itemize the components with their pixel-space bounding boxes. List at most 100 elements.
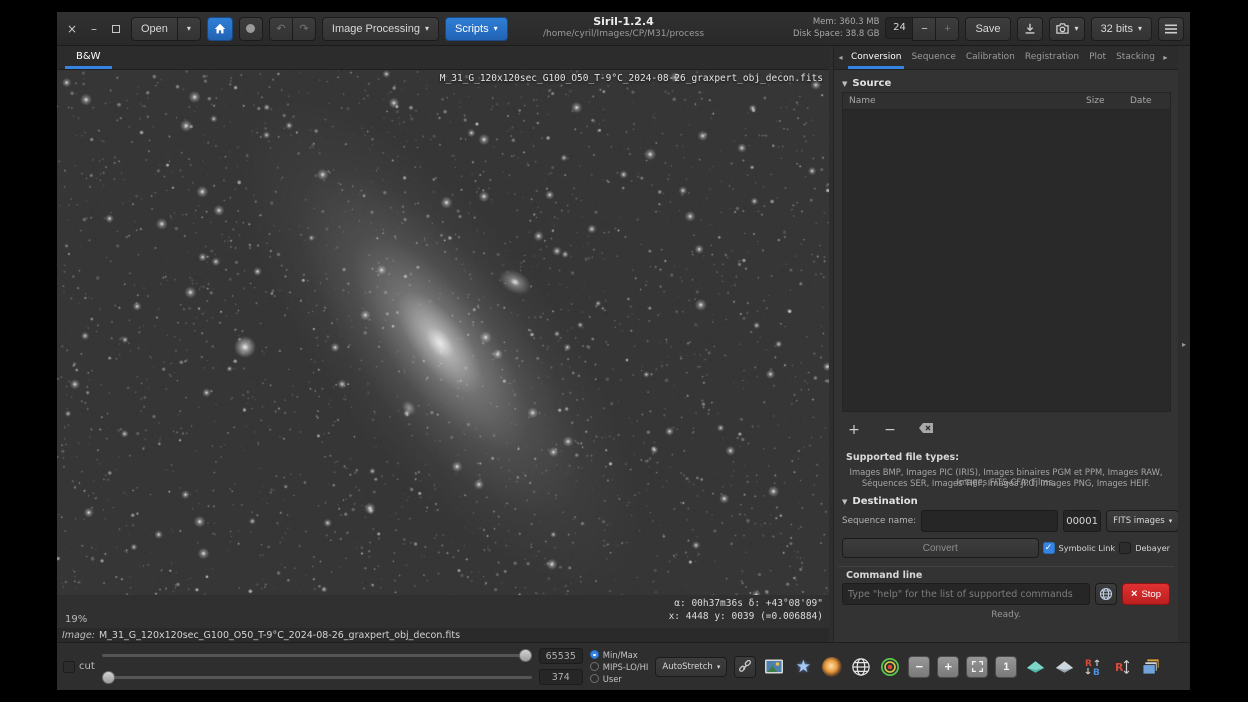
maximize-button[interactable] [107,19,125,39]
cut-checkbox[interactable] [63,661,75,673]
rgb-align-button[interactable]: R B [1082,656,1104,678]
aperture-photometry-button[interactable] [1024,656,1046,678]
convert-button[interactable]: Convert [842,538,1039,558]
reference-image-button[interactable] [763,656,785,678]
image-label-prefix: Image: [62,630,95,641]
cut-group: cut [63,661,95,673]
chevron-down-icon: ▾ [1138,24,1142,33]
channel-shift-button[interactable]: R [1111,656,1133,678]
image-canvas[interactable] [57,70,829,595]
zoom-out-button[interactable]: − [908,656,930,678]
teal-diamond-icon [1025,658,1046,676]
gray-visualisation-button[interactable] [239,17,263,41]
fit-window-icon [971,660,984,673]
close-button[interactable]: × [63,19,81,39]
command-line-divider [838,566,1174,567]
open-button[interactable]: Open [131,17,178,41]
threads-decrement-button[interactable]: − [912,17,936,41]
save-button[interactable]: Save [965,17,1010,41]
photometry-button[interactable] [879,656,901,678]
minmax-radio[interactable] [590,650,599,659]
clear-list-button[interactable] [918,422,934,438]
destination-expander[interactable]: ▼ Destination [842,496,918,507]
panel-collapse-handle[interactable]: ▸ [1178,46,1190,642]
link-channels-button[interactable] [734,656,756,678]
remove-files-button[interactable]: − [882,422,898,438]
astrometry-button[interactable] [850,656,872,678]
lo-value-input[interactable] [539,669,583,685]
column-date[interactable]: Date [1130,96,1170,106]
redo-button[interactable]: ↷ [292,17,316,41]
source-expander[interactable]: ▼ Source [842,78,891,89]
tab-registration[interactable]: Registration [1020,46,1084,69]
save-as-button[interactable] [1017,17,1043,41]
levels-sliders [102,649,532,684]
lo-slider-track[interactable] [102,676,532,679]
bottom-toolbar: cut Min/Max MIPS-LO/HI [57,642,1190,690]
mips-radio[interactable] [590,662,599,671]
zoom-in-button[interactable]: + [937,656,959,678]
threads-increment-button[interactable]: + [935,17,959,41]
add-files-button[interactable]: + [846,422,862,438]
fit-to-window-button[interactable] [966,656,988,678]
symbolic-link-checkbox[interactable]: ✓ [1043,542,1055,554]
image-processing-button[interactable]: Image Processing ▾ [322,17,439,41]
user-radio[interactable] [590,674,599,683]
column-size[interactable]: Size [1086,96,1130,106]
tab-stacking[interactable]: Stacking [1111,46,1160,69]
tab-bw[interactable]: B&W [63,46,114,69]
command-input[interactable] [842,583,1090,605]
source-file-list[interactable]: Name Size Date [842,92,1171,412]
sequence-index-input[interactable] [1063,510,1101,532]
pixel-math-button[interactable] [1053,656,1075,678]
window-controls: × – [63,19,125,39]
home-icon [213,22,227,36]
star-detection-button[interactable]: ★ [792,656,814,678]
sequence-name-input[interactable] [921,510,1058,532]
channel-tabstrip: B&W [57,46,829,70]
circle-icon [246,24,255,33]
background-extraction-button[interactable] [821,656,843,678]
hi-slider-handle[interactable] [519,649,532,662]
tabs-scroll-right-icon[interactable]: ▸ [1160,46,1171,69]
hi-slider-track[interactable] [102,654,532,657]
chevron-down-icon: ▾ [425,24,429,33]
menu-button[interactable] [1158,17,1184,41]
zoom-one-to-one-button[interactable]: 1 [995,656,1017,678]
globe-grid-icon [851,657,871,677]
home-button[interactable] [207,17,233,41]
chevron-down-icon: ▾ [717,663,721,671]
bit-depth-button[interactable]: 32 bits ▾ [1091,17,1152,41]
image-label-filename: M_31_G_120x120sec_G100_O50_T-9°C_2024-08… [99,630,460,641]
tab-plot[interactable]: Plot [1084,46,1111,69]
tab-sequence[interactable]: Sequence [906,46,960,69]
open-recent-dropdown[interactable]: ▾ [177,17,201,41]
command-help-button[interactable] [1095,583,1117,605]
sequence-frames-button[interactable] [1140,656,1162,678]
zoom-level: 19% [65,614,87,625]
lo-slider[interactable] [102,671,532,684]
command-line-title: Command line [846,570,922,581]
minimize-button[interactable]: – [85,19,103,39]
tab-calibration[interactable]: Calibration [961,46,1020,69]
snapshot-button[interactable]: ▾ [1049,17,1085,41]
processing-panel: ◂ Conversion Sequence Calibration Regist… [833,46,1178,642]
hi-value-input[interactable] [539,648,583,664]
column-name[interactable]: Name [843,96,1086,106]
destination-label: Destination [852,496,917,507]
bit-depth-label: 32 bits [1101,23,1133,35]
hi-slider[interactable] [102,649,532,662]
stop-button[interactable]: × Stop [1122,583,1170,605]
lo-slider-handle[interactable] [102,671,115,684]
working-directory: /home/cyril/Images/CP/M31/process [543,29,704,40]
sequence-row: Sequence name: FITS images ▾ [842,510,1170,532]
scripts-button[interactable]: Scripts ▾ [445,17,508,41]
tabs-scroll-left-icon[interactable]: ◂ [835,46,846,69]
display-stretch-dropdown[interactable]: AutoStretch ▾ [655,657,727,677]
undo-button[interactable]: ↶ [269,17,293,41]
coords-xy: x: 4448 y: 0039 (=0.006884) [669,610,823,623]
output-format-dropdown[interactable]: FITS images ▾ [1106,510,1179,532]
tab-conversion[interactable]: Conversion [846,46,906,69]
threads-input[interactable] [885,17,913,39]
debayer-checkbox[interactable] [1119,542,1131,554]
